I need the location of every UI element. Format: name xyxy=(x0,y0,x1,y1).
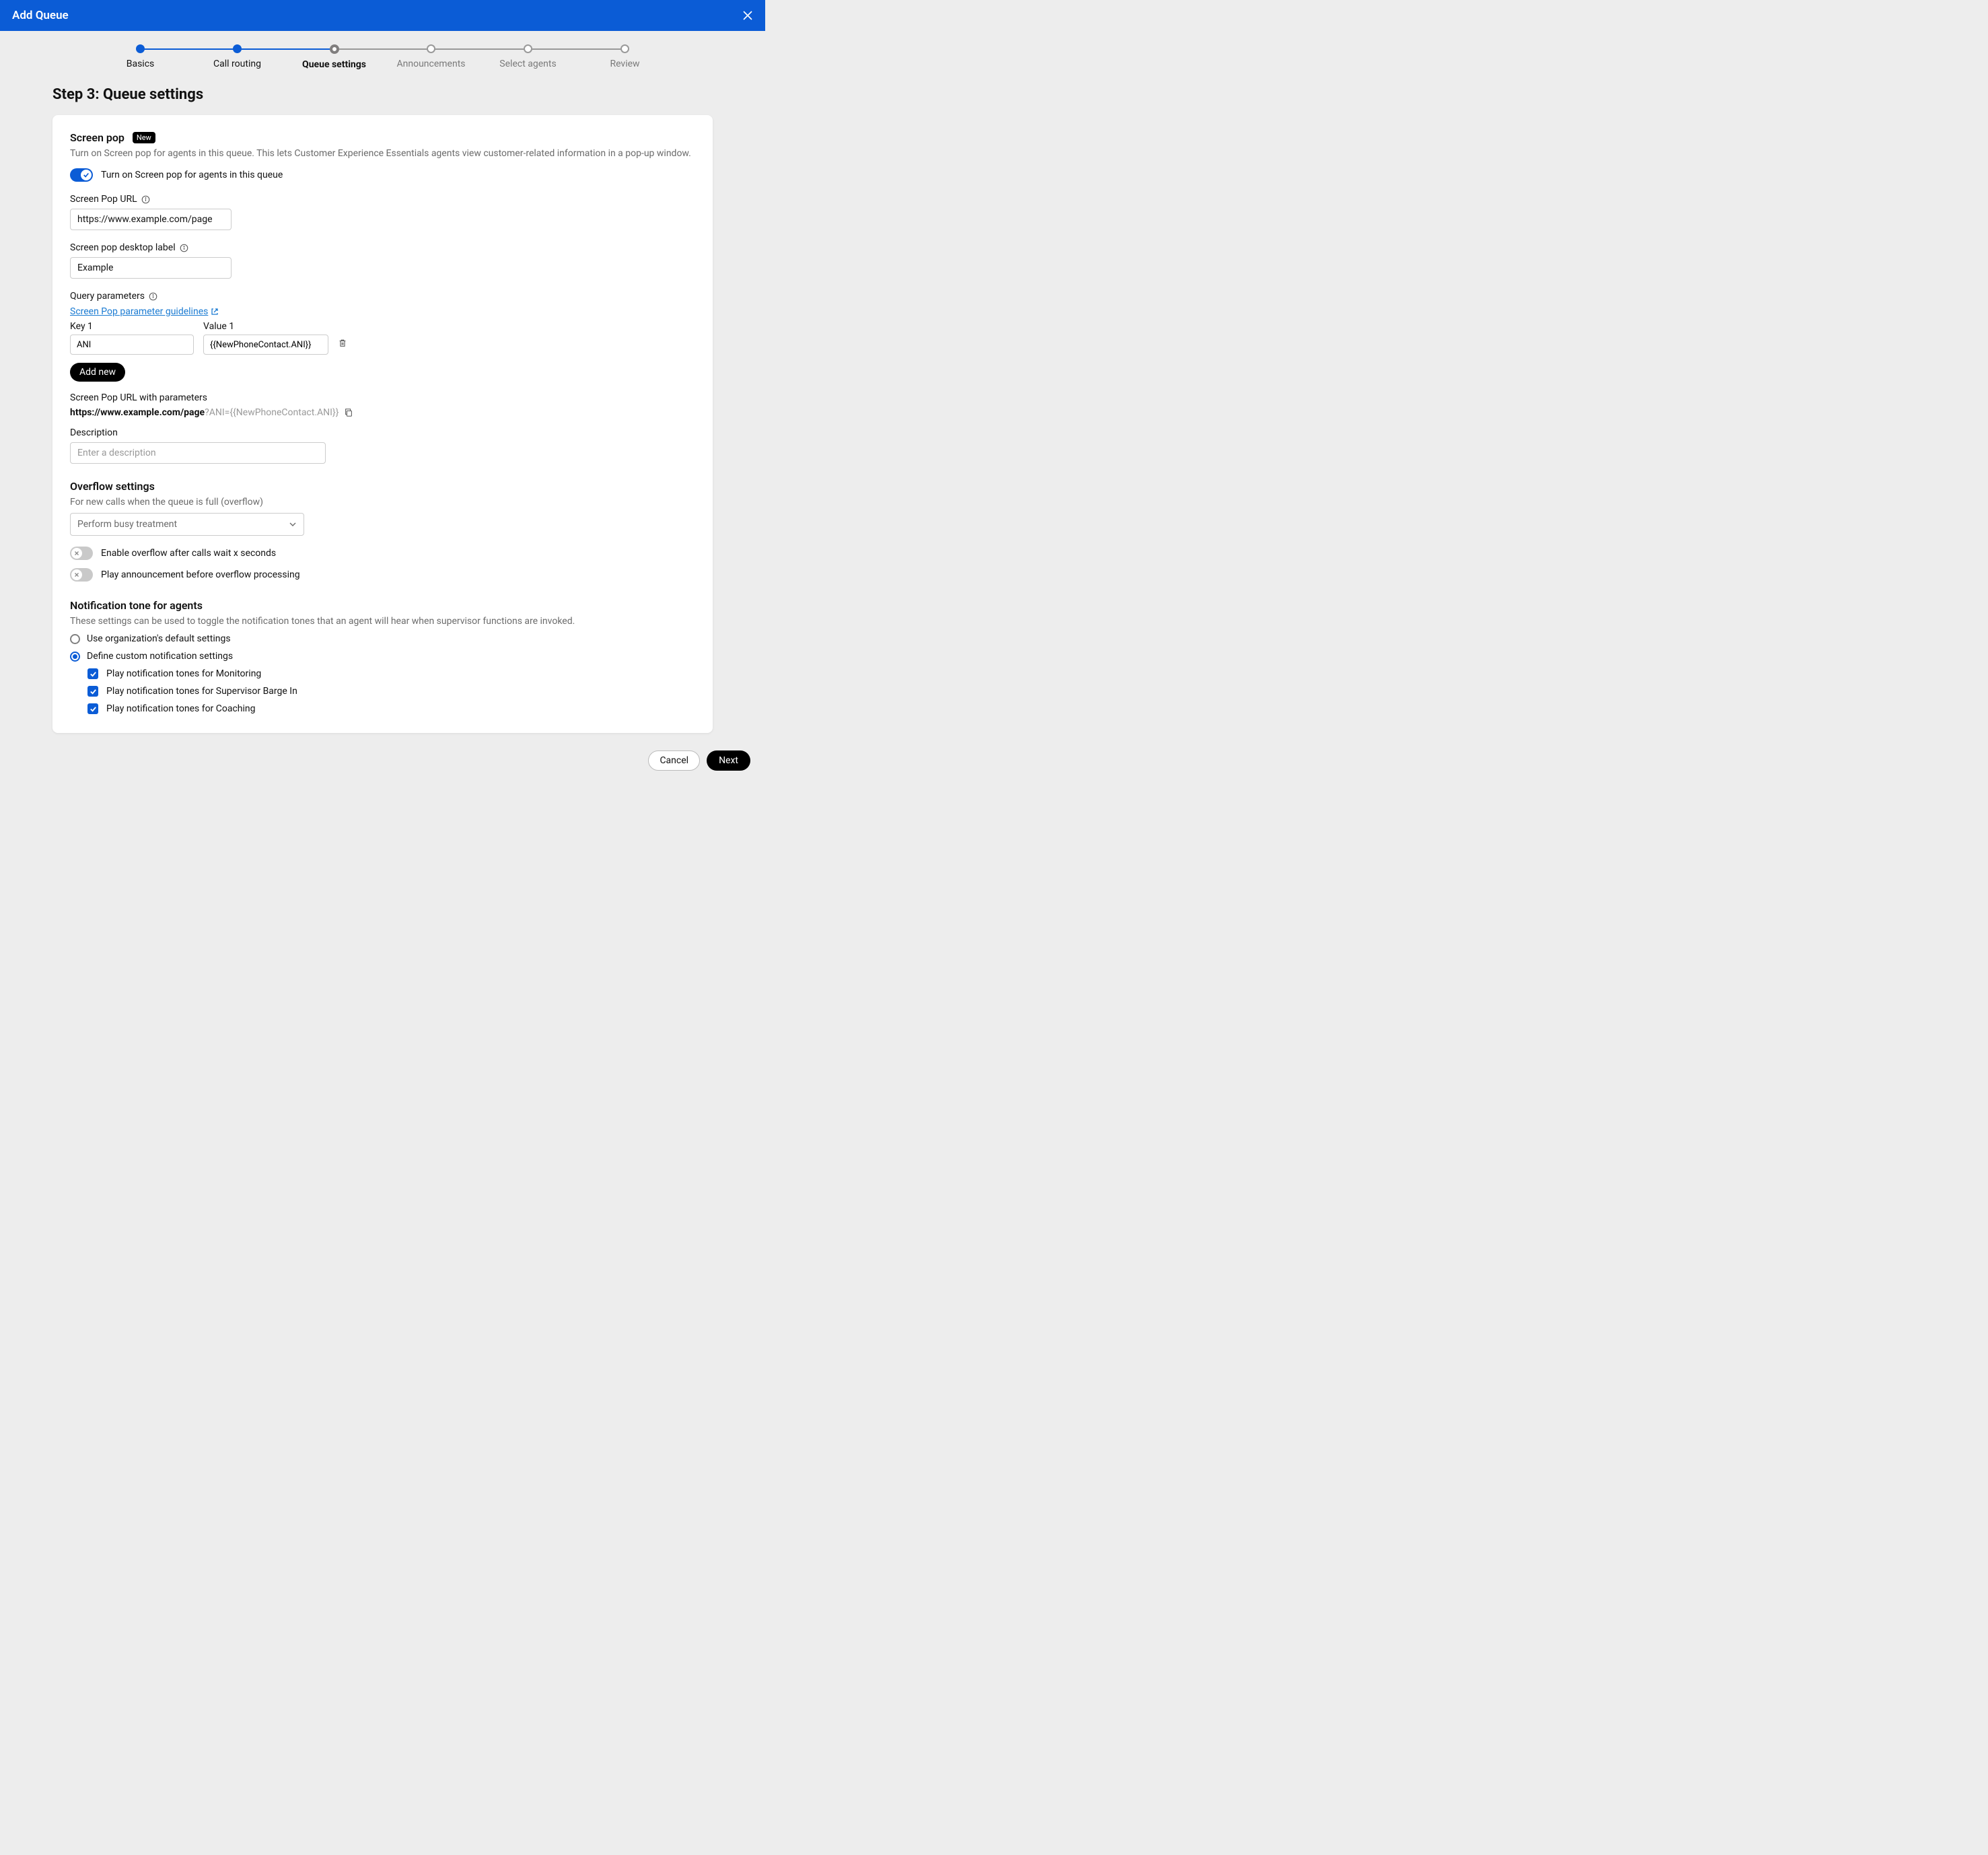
value-input[interactable] xyxy=(203,335,328,355)
add-new-button[interactable]: Add new xyxy=(70,363,125,382)
step-label: Select agents xyxy=(499,59,556,69)
toggle-knob xyxy=(71,569,82,580)
url-with-params-value: https://www.example.com/page?ANI={{NewPh… xyxy=(70,407,695,418)
trash-icon[interactable] xyxy=(338,339,347,348)
radio-icon xyxy=(70,634,80,644)
checkbox-icon xyxy=(87,686,98,697)
url-label: Screen Pop URL xyxy=(70,194,695,205)
info-icon[interactable] xyxy=(180,244,188,252)
overflow-wait-toggle[interactable] xyxy=(70,547,93,560)
footer-bar: Cancel Next xyxy=(0,740,765,785)
check-barge-in[interactable]: Play notification tones for Supervisor B… xyxy=(87,686,695,697)
section-notification: Notification tone for agents These setti… xyxy=(70,599,695,714)
step-label: Basics xyxy=(127,59,155,69)
radio-icon xyxy=(70,652,80,662)
query-params-label: Query parameters xyxy=(70,291,695,302)
check-label: Play notification tones for Monitoring xyxy=(106,668,261,679)
key-input[interactable] xyxy=(70,335,194,355)
radio-label: Define custom notification settings xyxy=(87,651,233,662)
check-coaching[interactable]: Play notification tones for Coaching xyxy=(87,703,695,714)
step-label: Queue settings xyxy=(302,59,366,70)
radio-custom[interactable]: Define custom notification settings xyxy=(70,651,695,662)
modal-title: Add Queue xyxy=(12,9,69,22)
overflow-announce-label: Play announcement before overflow proces… xyxy=(101,569,300,580)
info-icon[interactable] xyxy=(149,292,157,301)
step-connector xyxy=(238,48,334,50)
screen-pop-desc: Turn on Screen pop for agents in this qu… xyxy=(70,148,695,159)
description-input[interactable] xyxy=(70,442,326,464)
value-label: Value 1 xyxy=(203,321,328,332)
step-dot-icon xyxy=(620,44,629,53)
modal-header: Add Queue xyxy=(0,0,765,31)
guidelines-link[interactable]: Screen Pop parameter guidelines xyxy=(70,306,219,317)
desktop-label-text: Screen pop desktop label xyxy=(70,242,176,253)
step-dot-icon xyxy=(524,44,532,53)
step-dot-icon xyxy=(136,44,145,53)
check-label: Play notification tones for Coaching xyxy=(106,703,256,714)
cancel-button[interactable]: Cancel xyxy=(648,750,700,771)
next-button[interactable]: Next xyxy=(707,750,750,771)
copy-icon[interactable] xyxy=(344,408,353,417)
notif-sub: These settings can be used to toggle the… xyxy=(70,616,695,627)
notif-title: Notification tone for agents xyxy=(70,599,203,612)
overflow-announce-toggle[interactable] xyxy=(70,568,93,582)
screen-pop-toggle[interactable] xyxy=(70,168,93,182)
chevron-down-icon xyxy=(289,520,297,528)
step-label: Announcements xyxy=(396,59,465,69)
section-overflow: Overflow settings For new calls when the… xyxy=(70,480,695,582)
step-label: Review xyxy=(610,59,639,69)
overflow-sub: For new calls when the queue is full (ov… xyxy=(70,497,695,508)
checkbox-icon xyxy=(87,668,98,679)
url-label-text: Screen Pop URL xyxy=(70,194,137,205)
screen-pop-title: Screen pop xyxy=(70,131,125,144)
desktop-label-input[interactable] xyxy=(70,257,232,279)
url-input[interactable] xyxy=(70,209,232,230)
close-icon[interactable] xyxy=(742,10,753,21)
overflow-select[interactable]: Perform busy treatment xyxy=(70,513,304,536)
page-title: Step 3: Queue settings xyxy=(52,86,713,103)
check-monitoring[interactable]: Play notification tones for Monitoring xyxy=(87,668,695,679)
info-icon[interactable] xyxy=(141,195,150,204)
check-label: Play notification tones for Supervisor B… xyxy=(106,686,297,697)
key-label: Key 1 xyxy=(70,321,194,332)
step-connector xyxy=(431,48,528,50)
guidelines-link-text: Screen Pop parameter guidelines xyxy=(70,306,208,317)
external-link-icon xyxy=(211,308,219,316)
step-dot-icon xyxy=(427,44,435,53)
section-screen-pop: Screen pop New Turn on Screen pop for ag… xyxy=(70,131,695,464)
url-with-params-label: Screen Pop URL with parameters xyxy=(70,392,695,403)
step-dot-icon xyxy=(233,44,242,53)
settings-card: Screen pop New Turn on Screen pop for ag… xyxy=(52,115,713,733)
radio-label: Use organization's default settings xyxy=(87,633,231,644)
url-base: https://www.example.com/page xyxy=(70,407,205,418)
overflow-wait-label: Enable overflow after calls wait x secon… xyxy=(101,548,276,559)
toggle-knob xyxy=(81,170,92,180)
step-dot-icon xyxy=(330,44,339,54)
stepper: Basics Call routing Queue settings Annou… xyxy=(0,31,765,77)
query-params-text: Query parameters xyxy=(70,291,145,302)
step-label: Call routing xyxy=(213,59,261,69)
step-connector xyxy=(528,48,625,50)
description-label: Description xyxy=(70,427,695,438)
radio-org-default[interactable]: Use organization's default settings xyxy=(70,633,695,644)
overflow-title: Overflow settings xyxy=(70,480,155,493)
step-connector xyxy=(141,48,238,50)
overflow-select-value: Perform busy treatment xyxy=(77,519,177,530)
toggle-knob xyxy=(71,548,82,559)
screen-pop-toggle-label: Turn on Screen pop for agents in this qu… xyxy=(101,170,283,180)
url-querystring: ?ANI={{NewPhoneContact.ANI}} xyxy=(205,407,339,418)
step-connector xyxy=(334,48,431,50)
checkbox-icon xyxy=(87,703,98,714)
step-basics[interactable]: Basics xyxy=(92,44,189,69)
desktop-label-label: Screen pop desktop label xyxy=(70,242,695,253)
new-badge: New xyxy=(133,132,155,143)
key-value-row: Key 1 Value 1 xyxy=(70,321,695,355)
